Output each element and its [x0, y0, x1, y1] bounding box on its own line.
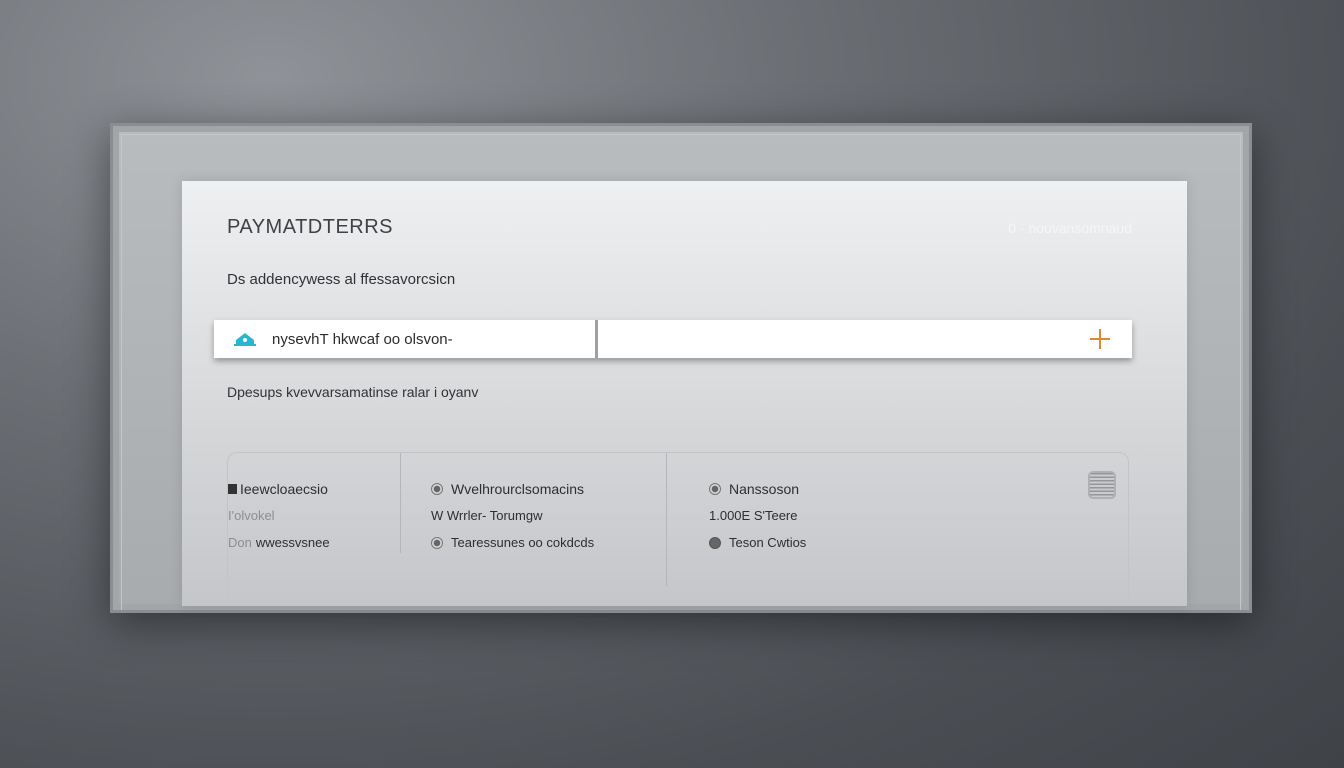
details-column-2: Wvelhrourclsomacins W Wrrler- Torumgw Te… — [431, 475, 594, 556]
radio-selected-icon[interactable] — [709, 536, 721, 549]
section-description: Dpesups kvevvarsamatinse ralar i oyanv — [227, 384, 479, 400]
search-input[interactable]: nysevhT hkwcaf oo olsvon- — [214, 320, 598, 358]
search-input-value: nysevhT hkwcaf oo olsvon- — [272, 330, 453, 348]
details-column-3: Nanssoson 1.000E S'Teere Teson Cwtios — [709, 475, 806, 556]
details-line: I'olvokel — [228, 508, 275, 523]
panel-status-text: 0 · nouvansomnaud — [1008, 220, 1132, 236]
radio-option[interactable]: Tearessunes oo cokdcds — [431, 529, 594, 556]
radio-option-label: Nanssoson — [729, 480, 800, 497]
details-line-value: wwessvsnee — [255, 535, 330, 550]
column-divider — [666, 453, 667, 586]
panel-title: PAYMATDTERRS — [227, 216, 394, 238]
details-heading-label: Ieewcloaecsio — [240, 480, 328, 497]
settings-panel: PAYMATDTERRS 0 · nouvansomnaud Ds addenc… — [182, 181, 1187, 606]
radio-option[interactable]: Nanssoson — [709, 475, 806, 502]
radio-option-label: Tearessunes oo cokdcds — [451, 535, 595, 550]
grid-keypad-icon[interactable] — [1088, 471, 1116, 499]
search-input-row[interactable]: nysevhT hkwcaf oo olsvon- — [214, 320, 1132, 358]
square-bullet-icon — [228, 483, 237, 494]
panel-subtitle: Ds addencywess al ffessavorcsicn — [227, 271, 456, 288]
details-line: Don wwessvsnee — [228, 529, 330, 556]
plus-icon[interactable] — [1090, 329, 1110, 349]
radio-option-label: Teson Cwtios — [729, 535, 807, 550]
radio-option[interactable]: Teson Cwtios — [709, 529, 806, 556]
radio-icon[interactable] — [431, 482, 443, 495]
details-column-1: Ieewcloaecsio I'olvokel Don wwessvsnee — [228, 475, 330, 556]
radio-option-label: Wvelhrourclsomacins — [451, 480, 585, 497]
radio-option[interactable]: Wvelhrourclsomacins — [431, 475, 594, 502]
details-line: 1.000E S'Teere — [709, 508, 798, 523]
radio-icon[interactable] — [709, 482, 721, 495]
home-icon — [234, 333, 256, 346]
details-box: Ieewcloaecsio I'olvokel Don wwessvsnee W… — [227, 452, 1129, 603]
details-heading: Ieewcloaecsio — [228, 475, 330, 502]
details-line-prefix: Don — [228, 535, 252, 550]
radio-icon[interactable] — [431, 536, 443, 549]
column-divider — [400, 453, 401, 553]
details-line: W Wrrler- Torumgw — [431, 508, 543, 523]
secondary-input[interactable] — [598, 320, 1132, 358]
